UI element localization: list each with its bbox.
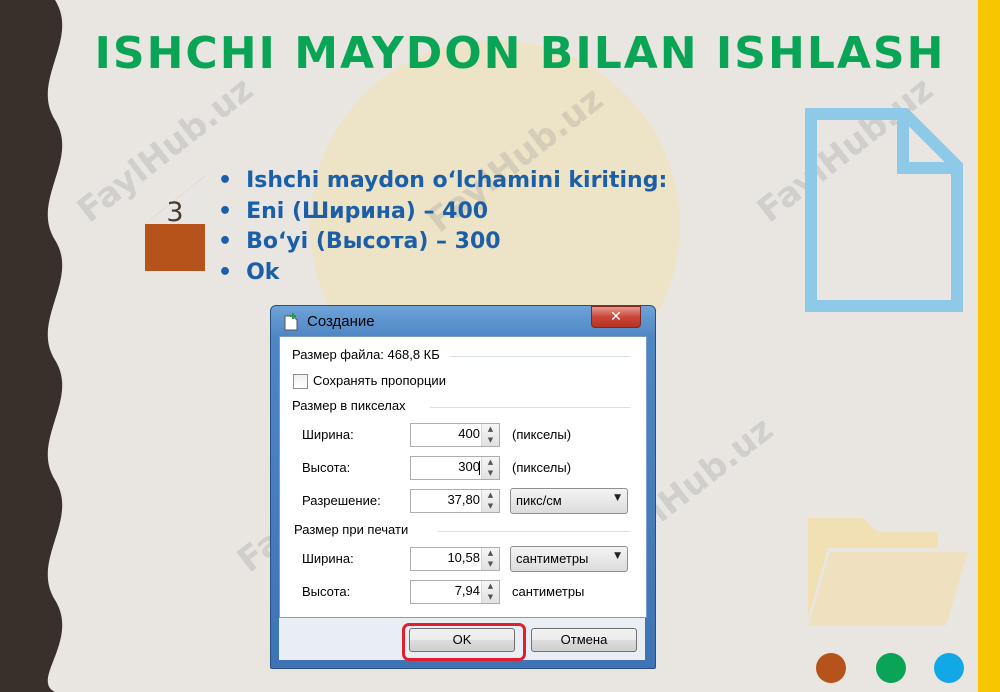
ok-button[interactable]: OK bbox=[409, 628, 515, 652]
divider bbox=[430, 407, 630, 408]
instruction-list: Ishchi maydon o‘lchamini kiriting: Eni (… bbox=[218, 166, 667, 288]
pixel-height-input[interactable]: 300 ▲ ▼ bbox=[410, 456, 500, 480]
pixel-width-input[interactable]: 400 ▲ ▼ bbox=[410, 423, 500, 447]
list-item: Ishchi maydon o‘lchamini kiriting: bbox=[218, 166, 667, 197]
pixel-height-value: 300 bbox=[458, 459, 480, 474]
chevron-down-icon: ▼ bbox=[614, 493, 621, 503]
list-item: Ok bbox=[218, 258, 667, 289]
resolution-stepper[interactable]: ▲ ▼ bbox=[481, 490, 499, 512]
pixel-width-unit: (пикселы) bbox=[512, 427, 572, 442]
keep-proportions-checkbox[interactable] bbox=[293, 374, 308, 389]
document-icon bbox=[805, 108, 963, 312]
resolution-label: Разрешение: bbox=[302, 493, 381, 508]
file-size-label: Размер файла: 468,8 КБ bbox=[292, 347, 440, 362]
list-item: Eni (Ширина) – 400 bbox=[218, 197, 667, 228]
dialog-title: Создание bbox=[307, 313, 375, 330]
print-width-input[interactable]: 10,58 ▲ ▼ bbox=[410, 547, 500, 571]
resolution-unit-value: пикс/см bbox=[516, 493, 562, 508]
list-item: Bo‘yi (Высота) – 300 bbox=[218, 227, 667, 258]
pixel-height-unit: (пикселы) bbox=[512, 460, 572, 475]
print-size-group-title: Размер при печати bbox=[294, 522, 409, 537]
resolution-value: 37,80 bbox=[447, 492, 480, 507]
create-image-dialog: Создание ✕ Размер файла: 468,8 КБ Сохран… bbox=[270, 305, 656, 669]
resolution-unit-select[interactable]: пикс/см ▼ bbox=[510, 488, 628, 514]
print-height-unit: сантиметры bbox=[512, 584, 585, 599]
print-height-label: Высота: bbox=[302, 584, 351, 599]
print-height-stepper[interactable]: ▲ ▼ bbox=[481, 581, 499, 603]
divider bbox=[450, 356, 630, 357]
resolution-input[interactable]: 37,80 ▲ ▼ bbox=[410, 489, 500, 513]
step-number: 3 bbox=[166, 197, 184, 228]
chevron-down-icon: ▼ bbox=[614, 551, 621, 561]
print-width-stepper[interactable]: ▲ ▼ bbox=[481, 548, 499, 570]
close-button[interactable]: ✕ bbox=[591, 306, 641, 328]
pixel-size-group-title: Размер в пикселах bbox=[292, 398, 406, 413]
pixel-width-value: 400 bbox=[458, 426, 480, 441]
dialog-body: Размер файла: 468,8 КБ Сохранять пропорц… bbox=[279, 336, 647, 618]
left-wave-border bbox=[0, 0, 63, 692]
cancel-button[interactable]: Отмена bbox=[531, 628, 637, 652]
divider bbox=[438, 531, 630, 532]
brown-dot bbox=[816, 653, 846, 683]
print-unit-select[interactable]: сантиметры ▼ bbox=[510, 546, 628, 572]
green-dot bbox=[876, 653, 906, 683]
slide-title: ISHCHI MAYDON BILAN ISHLASH bbox=[94, 28, 946, 79]
keep-proportions-label: Сохранять пропорции bbox=[313, 373, 446, 388]
right-accent-stripe bbox=[978, 0, 1000, 692]
new-document-icon bbox=[284, 313, 298, 331]
print-width-unit-value: сантиметры bbox=[516, 551, 589, 566]
print-width-label: Ширина: bbox=[302, 551, 354, 566]
blue-dot bbox=[934, 653, 964, 683]
pixel-height-stepper[interactable]: ▲ ▼ bbox=[481, 457, 499, 479]
pixel-width-label: Ширина: bbox=[302, 427, 354, 442]
pixel-height-label: Высота: bbox=[302, 460, 351, 475]
print-height-value: 7,94 bbox=[454, 583, 480, 598]
folder-icon bbox=[808, 518, 968, 626]
print-height-input[interactable]: 7,94 ▲ ▼ bbox=[410, 580, 500, 604]
pixel-width-stepper[interactable]: ▲ ▼ bbox=[481, 424, 499, 446]
dialog-footer: OK Отмена bbox=[279, 618, 645, 661]
print-width-value: 10,58 bbox=[447, 550, 480, 565]
text-cursor bbox=[479, 461, 480, 475]
